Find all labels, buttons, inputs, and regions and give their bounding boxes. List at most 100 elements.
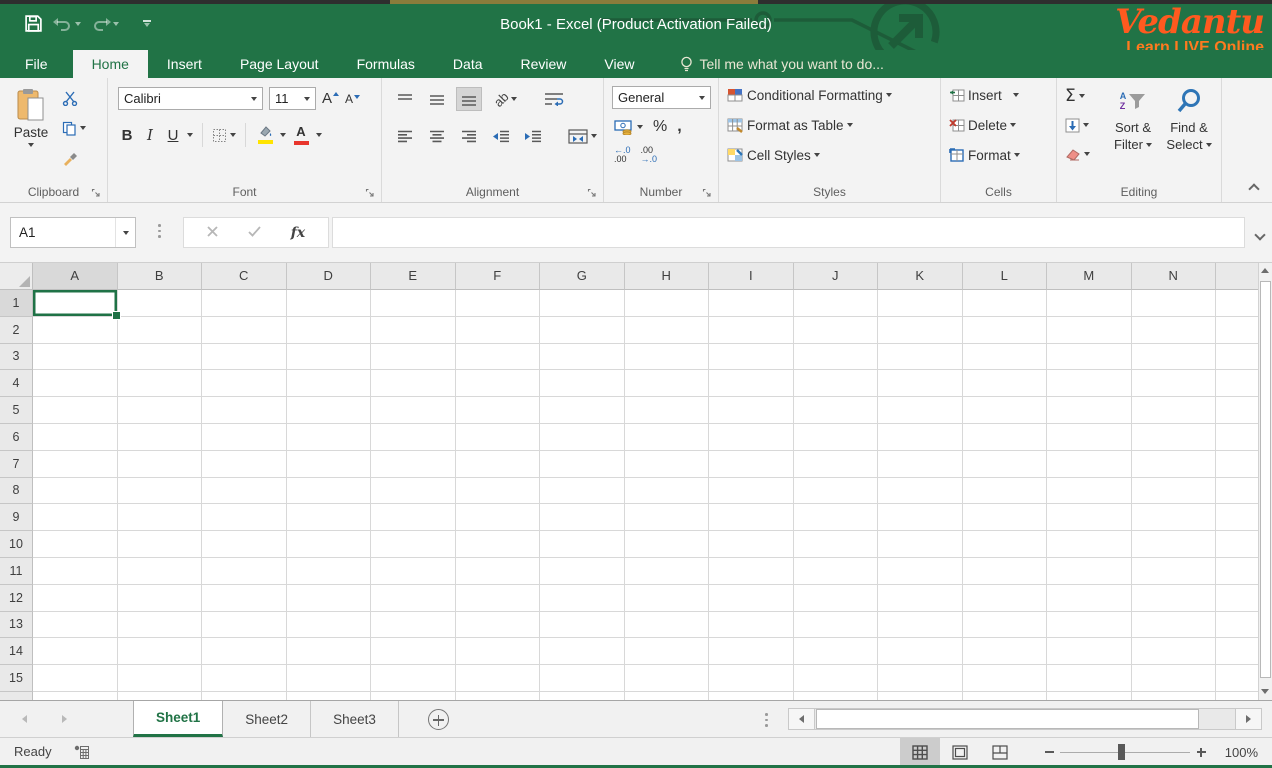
cell-E2[interactable] <box>371 317 456 344</box>
cell-N12[interactable] <box>1132 585 1217 612</box>
cell-H8[interactable] <box>625 478 710 505</box>
cell-N6[interactable] <box>1132 424 1217 451</box>
zoom-in-button[interactable] <box>1190 738 1212 766</box>
collapse-ribbon-button[interactable] <box>1250 181 1258 196</box>
cell-H12[interactable] <box>625 585 710 612</box>
cell-F1[interactable] <box>456 290 541 317</box>
cell-D7[interactable] <box>287 451 372 478</box>
cell-J8[interactable] <box>794 478 879 505</box>
cancel-button[interactable] <box>207 225 218 240</box>
format-as-table-button[interactable]: Format as Table <box>727 114 892 136</box>
cell-L4[interactable] <box>963 370 1048 397</box>
cell-C12[interactable] <box>202 585 287 612</box>
merge-center-button[interactable] <box>568 129 597 144</box>
cell-I2[interactable] <box>709 317 794 344</box>
cell-B1[interactable] <box>118 290 203 317</box>
cell-G10[interactable] <box>540 531 625 558</box>
underline-dropdown-caret[interactable] <box>187 133 193 137</box>
column-header-H[interactable]: H <box>625 263 710 290</box>
cell-M10[interactable] <box>1047 531 1132 558</box>
cell-E14[interactable] <box>371 638 456 665</box>
cell-N11[interactable] <box>1132 558 1217 585</box>
cell-K15[interactable] <box>878 665 963 692</box>
top-align-button[interactable] <box>392 87 418 111</box>
cell-L15[interactable] <box>963 665 1048 692</box>
cell-N15[interactable] <box>1132 665 1217 692</box>
orientation-caret[interactable] <box>511 97 517 101</box>
increase-decimal-button[interactable]: ←.0 .00 <box>614 146 631 164</box>
cell-C15[interactable] <box>202 665 287 692</box>
paste-button[interactable]: Paste <box>8 84 54 180</box>
cell-B4[interactable] <box>118 370 203 397</box>
cell-C11[interactable] <box>202 558 287 585</box>
format-cells-button[interactable]: Format <box>949 144 1020 166</box>
cell-D5[interactable] <box>287 397 372 424</box>
cell-J11[interactable] <box>794 558 879 585</box>
cell-F9[interactable] <box>456 504 541 531</box>
cell-C14[interactable] <box>202 638 287 665</box>
cell-F5[interactable] <box>456 397 541 424</box>
number-format-combo[interactable]: General <box>612 86 711 109</box>
cell-G1[interactable] <box>540 290 625 317</box>
cell-F6[interactable] <box>456 424 541 451</box>
cell-E10[interactable] <box>371 531 456 558</box>
cell-C13[interactable] <box>202 612 287 639</box>
cell-L6[interactable] <box>963 424 1048 451</box>
cell-styles-button[interactable]: Cell Styles <box>727 144 892 166</box>
row-header-14[interactable]: 14 <box>0 638 33 665</box>
cell-B9[interactable] <box>118 504 203 531</box>
cell-J16[interactable] <box>794 692 879 700</box>
fill-color-button[interactable] <box>255 126 275 144</box>
cell-E5[interactable] <box>371 397 456 424</box>
cell-partial-row-7[interactable] <box>1216 451 1258 478</box>
cell-M2[interactable] <box>1047 317 1132 344</box>
cell-E7[interactable] <box>371 451 456 478</box>
cell-C6[interactable] <box>202 424 287 451</box>
alignment-dialog-launcher[interactable] <box>587 186 599 198</box>
row-header-3[interactable]: 3 <box>0 344 33 371</box>
row-header-10[interactable]: 10 <box>0 531 33 558</box>
expand-formula-bar-button[interactable] <box>1256 227 1264 242</box>
row-header-5[interactable]: 5 <box>0 397 33 424</box>
cell-J4[interactable] <box>794 370 879 397</box>
cell-G9[interactable] <box>540 504 625 531</box>
select-all-corner[interactable] <box>0 263 33 290</box>
bottom-align-button[interactable] <box>456 87 482 111</box>
borders-button[interactable] <box>212 128 236 143</box>
cell-partial-row-1[interactable] <box>1216 290 1258 317</box>
column-header-C[interactable]: C <box>202 263 287 290</box>
sheet-tab-sheet1[interactable]: Sheet1 <box>133 701 223 737</box>
cell-J14[interactable] <box>794 638 879 665</box>
cell-J9[interactable] <box>794 504 879 531</box>
cell-partial-row-10[interactable] <box>1216 531 1258 558</box>
underline-button[interactable]: U <box>164 127 182 144</box>
increase-font-size-button[interactable]: A <box>322 90 339 107</box>
cell-H2[interactable] <box>625 317 710 344</box>
cell-D12[interactable] <box>287 585 372 612</box>
cell-I9[interactable] <box>709 504 794 531</box>
row-header-9[interactable]: 9 <box>0 504 33 531</box>
copy-button[interactable] <box>62 118 86 138</box>
cell-C4[interactable] <box>202 370 287 397</box>
tab-insert[interactable]: Insert <box>148 50 221 78</box>
cell-F11[interactable] <box>456 558 541 585</box>
cell-J5[interactable] <box>794 397 879 424</box>
row-header-4[interactable]: 4 <box>0 370 33 397</box>
decrease-decimal-button[interactable]: .00 →.0 <box>641 146 658 164</box>
scroll-left-button[interactable] <box>789 709 815 729</box>
cell-N8[interactable] <box>1132 478 1217 505</box>
cell-B10[interactable] <box>118 531 203 558</box>
cell-G5[interactable] <box>540 397 625 424</box>
tab-formulas[interactable]: Formulas <box>338 50 434 78</box>
cell-L13[interactable] <box>963 612 1048 639</box>
cell-G16[interactable] <box>540 692 625 700</box>
page-layout-view-button[interactable] <box>940 738 980 766</box>
cell-N5[interactable] <box>1132 397 1217 424</box>
cell-A6[interactable] <box>33 424 118 451</box>
cell-E8[interactable] <box>371 478 456 505</box>
cell-partial-row-14[interactable] <box>1216 638 1258 665</box>
cell-J15[interactable] <box>794 665 879 692</box>
cell-H5[interactable] <box>625 397 710 424</box>
clear-button[interactable] <box>1065 144 1090 164</box>
column-header-M[interactable]: M <box>1047 263 1132 290</box>
